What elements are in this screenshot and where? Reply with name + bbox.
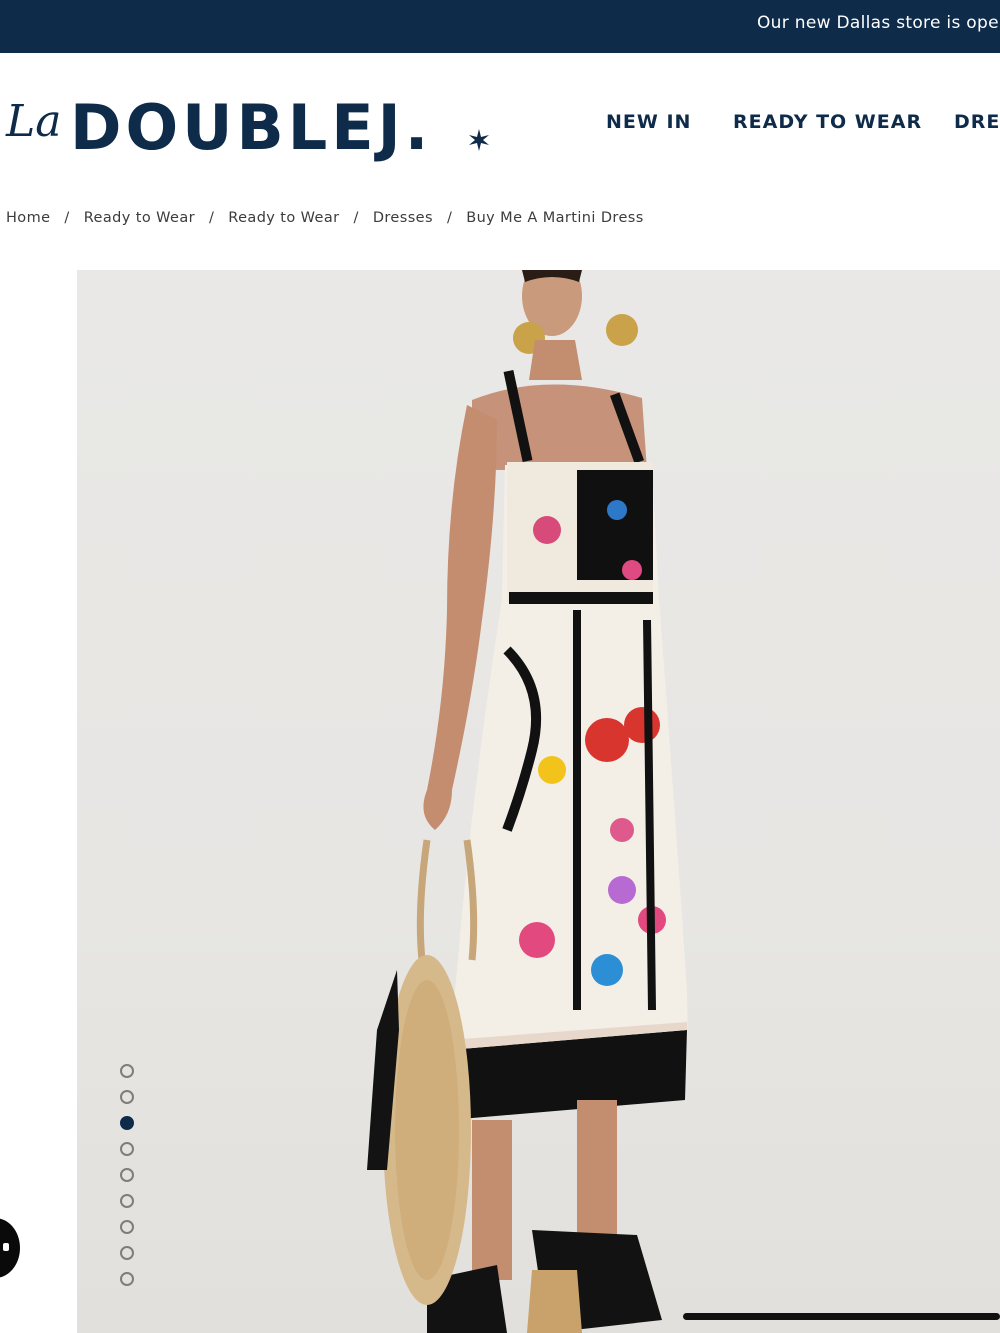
model-photo <box>367 270 688 1333</box>
breadcrumb-dresses[interactable]: Dresses <box>373 210 433 226</box>
site-header: La DOUBLEJ. NEW IN READY TO WEAR DRESSES <box>0 53 1000 193</box>
breadcrumb-ready-to-wear-sub[interactable]: Ready to Wear <box>228 210 339 226</box>
slide-dot-8[interactable] <box>120 1246 134 1260</box>
slide-dot-5[interactable] <box>120 1168 134 1182</box>
image-pagination-dots <box>120 1064 136 1294</box>
slide-dot-2[interactable] <box>120 1090 134 1104</box>
slide-dot-1[interactable] <box>120 1064 134 1078</box>
chat-icon <box>3 1243 9 1251</box>
breadcrumb-home[interactable]: Home <box>6 210 50 226</box>
announcement-bar: Our new Dallas store is open <box>0 0 1000 53</box>
slide-dot-4[interactable] <box>120 1142 134 1156</box>
main-nav: NEW IN READY TO WEAR DRESSES <box>0 111 1000 141</box>
slide-dot-9[interactable] <box>120 1272 134 1286</box>
chat-button[interactable] <box>0 1218 20 1278</box>
announcement-text[interactable]: Our new Dallas store is open <box>757 13 1000 33</box>
breadcrumb-separator: / <box>64 210 70 226</box>
nav-dresses[interactable]: DRESSES <box>954 111 1000 133</box>
nav-new-in[interactable]: NEW IN <box>606 111 691 133</box>
nav-ready-to-wear[interactable]: READY TO WEAR <box>733 111 922 133</box>
breadcrumb-separator: / <box>353 210 359 226</box>
image-scroll-indicator[interactable] <box>683 1313 1000 1320</box>
breadcrumb-separator: / <box>208 210 215 226</box>
breadcrumb-separator: / <box>446 210 453 226</box>
product-image[interactable] <box>77 270 1000 1333</box>
slide-dot-3[interactable] <box>120 1116 134 1130</box>
breadcrumb: Home / Ready to Wear / Ready to Wear / Dresses… <box>6 210 644 232</box>
slide-dot-6[interactable] <box>120 1194 134 1208</box>
breadcrumb-ready-to-wear[interactable]: Ready to Wear <box>84 210 195 226</box>
breadcrumb-current: Buy Me A Martini Dress <box>466 210 644 226</box>
slide-dot-7[interactable] <box>120 1220 134 1234</box>
product-page: Our new Dallas store is open La DOUBLEJ.… <box>0 0 1000 1333</box>
